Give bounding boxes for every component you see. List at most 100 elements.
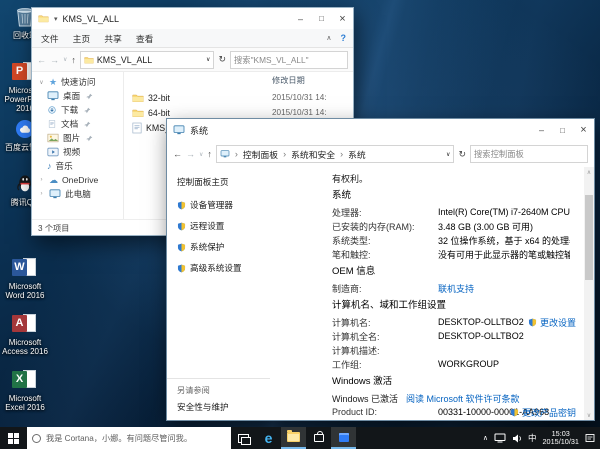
sidebar-task-label: 系统保护 <box>190 241 224 253</box>
up-button[interactable] <box>207 149 212 159</box>
column-header-date-modified[interactable]: 修改日期 <box>272 74 305 86</box>
breadcrumb-system[interactable]: 系统 <box>348 148 366 161</box>
property-label: 计算机全名: <box>332 330 438 343</box>
back-button[interactable] <box>37 55 46 65</box>
address-dropdown-icon[interactable] <box>446 151 450 158</box>
desktop-icon-label: Microsoft Word 2016 <box>2 282 48 300</box>
online-support-link[interactable]: 联机支持 <box>438 282 474 295</box>
taskbar-explorer-button[interactable] <box>281 427 306 449</box>
tab-home[interactable]: 主页 <box>73 32 91 45</box>
property-label: 计算机名: <box>332 316 438 329</box>
cortana-search-box[interactable]: 我是 Cortana，小娜。有问题尽管问我。 <box>27 427 231 449</box>
property-row-pen-touch: 笔和触控: 没有可用于此显示器的笔或触控输入 <box>332 247 570 261</box>
explorer-minimize-button[interactable] <box>290 8 311 29</box>
property-label: 工作组: <box>332 358 438 371</box>
breadcrumb-control-panel[interactable]: 控制面板 <box>243 148 278 161</box>
forward-button[interactable] <box>186 149 195 159</box>
change-settings-link[interactable]: 更改设置 <box>528 315 576 329</box>
address-bar[interactable]: KMS_VL_ALL <box>80 51 215 69</box>
sidebar-task-label: 远程设置 <box>190 220 224 232</box>
sidebar-remote-settings[interactable]: 远程设置 <box>177 220 270 232</box>
action-center-icon[interactable] <box>585 433 595 443</box>
property-row-processor: 处理器: Intel(R) Core(TM) i7-2640M CPU @ 2.… <box>332 205 570 219</box>
sidebar-security-maintenance[interactable]: 安全性与维护 <box>177 401 270 413</box>
chevron-right-icon[interactable] <box>38 191 45 197</box>
breadcrumb-system-security[interactable]: 系统和安全 <box>291 148 335 161</box>
nav-label: OneDrive <box>62 175 98 185</box>
nav-documents[interactable]: 文档 <box>32 117 123 131</box>
system-close-button[interactable] <box>573 119 594 141</box>
system-minimize-button[interactable] <box>531 119 552 141</box>
recent-locations-icon[interactable] <box>199 151 203 158</box>
property-label: 制造商: <box>332 282 438 295</box>
explorer-maximize-button[interactable] <box>311 8 332 29</box>
folder-icon <box>38 14 49 23</box>
music-icon <box>47 161 52 171</box>
clock[interactable]: 15:03 2015/10/31 <box>542 430 579 446</box>
nav-music[interactable]: 音乐 <box>32 159 123 173</box>
nav-this-pc[interactable]: 此电脑 <box>32 187 123 201</box>
scrollbar[interactable] <box>584 167 594 420</box>
nav-desktop[interactable]: 桌面 <box>32 89 123 103</box>
taskbar-store-button[interactable] <box>306 427 331 449</box>
sidebar-system-protection[interactable]: 系统保护 <box>177 241 270 253</box>
start-button[interactable] <box>0 427 27 449</box>
shield-icon <box>177 201 186 210</box>
nav-label: 文档 <box>61 118 78 130</box>
file-row[interactable]: 32-bit 2015/10/31 14: <box>124 90 353 105</box>
recent-locations-icon[interactable] <box>63 56 67 63</box>
pin-icon <box>84 107 91 114</box>
address-dropdown-icon[interactable] <box>206 56 210 63</box>
change-product-key-label: 更改产品密钥 <box>522 406 576 419</box>
system-maximize-button[interactable] <box>552 119 573 141</box>
desktop-icon-access[interactable]: Microsoft Access 2016 <box>2 312 48 356</box>
pin-icon <box>86 93 93 100</box>
license-terms-link[interactable]: 阅读 Microsoft 软件许可条款 <box>406 392 520 405</box>
explorer-close-button[interactable] <box>332 8 353 29</box>
desktop-icon-word[interactable]: Microsoft Word 2016 <box>2 256 48 300</box>
menu-file[interactable]: 文件 <box>41 32 59 45</box>
quick-access-toolbar-arrow-icon[interactable] <box>54 15 58 23</box>
refresh-button[interactable] <box>458 149 466 160</box>
tab-share[interactable]: 共享 <box>104 32 122 45</box>
breadcrumb[interactable]: 控制面板 系统和安全 系统 <box>216 145 455 163</box>
desktop-icon-excel[interactable]: Microsoft Excel 2016 <box>2 368 48 412</box>
taskbar-edge-button[interactable]: e <box>256 427 281 449</box>
up-button[interactable] <box>71 55 76 65</box>
tab-view[interactable]: 查看 <box>136 32 154 45</box>
nav-pictures[interactable]: 图片 <box>32 131 123 145</box>
sidebar-device-manager[interactable]: 设备管理器 <box>177 199 270 211</box>
property-label: 处理器: <box>332 206 438 219</box>
scroll-down-icon[interactable] <box>584 410 594 420</box>
ime-indicator[interactable]: 中 <box>528 432 537 444</box>
nav-onedrive[interactable]: OneDrive <box>32 173 123 187</box>
refresh-button[interactable] <box>218 54 226 65</box>
app-window-icon <box>339 433 349 442</box>
forward-button[interactable] <box>50 55 59 65</box>
section-heading-computer-name: 计算机名、域和工作组设置 <box>332 300 570 312</box>
task-view-button[interactable] <box>231 427 256 449</box>
explorer-address-row: KMS_VL_ALL <box>32 48 353 72</box>
nav-downloads[interactable]: 下载 <box>32 103 123 117</box>
sidebar-advanced-settings[interactable]: 高级系统设置 <box>177 262 270 274</box>
back-button[interactable] <box>173 149 182 159</box>
sidebar-control-panel-home[interactable]: 控制面板主页 <box>177 176 270 188</box>
help-icon[interactable] <box>341 33 347 43</box>
tray-overflow-chevron-icon[interactable] <box>483 434 488 442</box>
explorer-window-title: KMS_VL_ALL <box>63 14 120 24</box>
scroll-up-icon[interactable] <box>584 167 594 177</box>
nav-quick-access[interactable]: 快速访问 <box>32 75 123 89</box>
scrollbar-thumb[interactable] <box>585 195 593 280</box>
explorer-search-input[interactable] <box>230 51 348 69</box>
network-icon[interactable] <box>494 433 506 443</box>
desktop-icon-label: Microsoft Access 2016 <box>2 338 48 356</box>
ribbon-collapse-icon[interactable] <box>326 33 331 43</box>
chevron-down-icon[interactable] <box>38 79 45 86</box>
change-product-key-link[interactable]: 更改产品密钥 <box>510 405 576 419</box>
nav-videos[interactable]: 视频 <box>32 145 123 159</box>
taskbar-active-app-button[interactable] <box>331 427 356 449</box>
chevron-right-icon[interactable] <box>38 177 45 183</box>
control-panel-search-input[interactable] <box>470 145 588 163</box>
volume-icon[interactable] <box>512 434 522 443</box>
quick-access-icon <box>49 77 57 88</box>
